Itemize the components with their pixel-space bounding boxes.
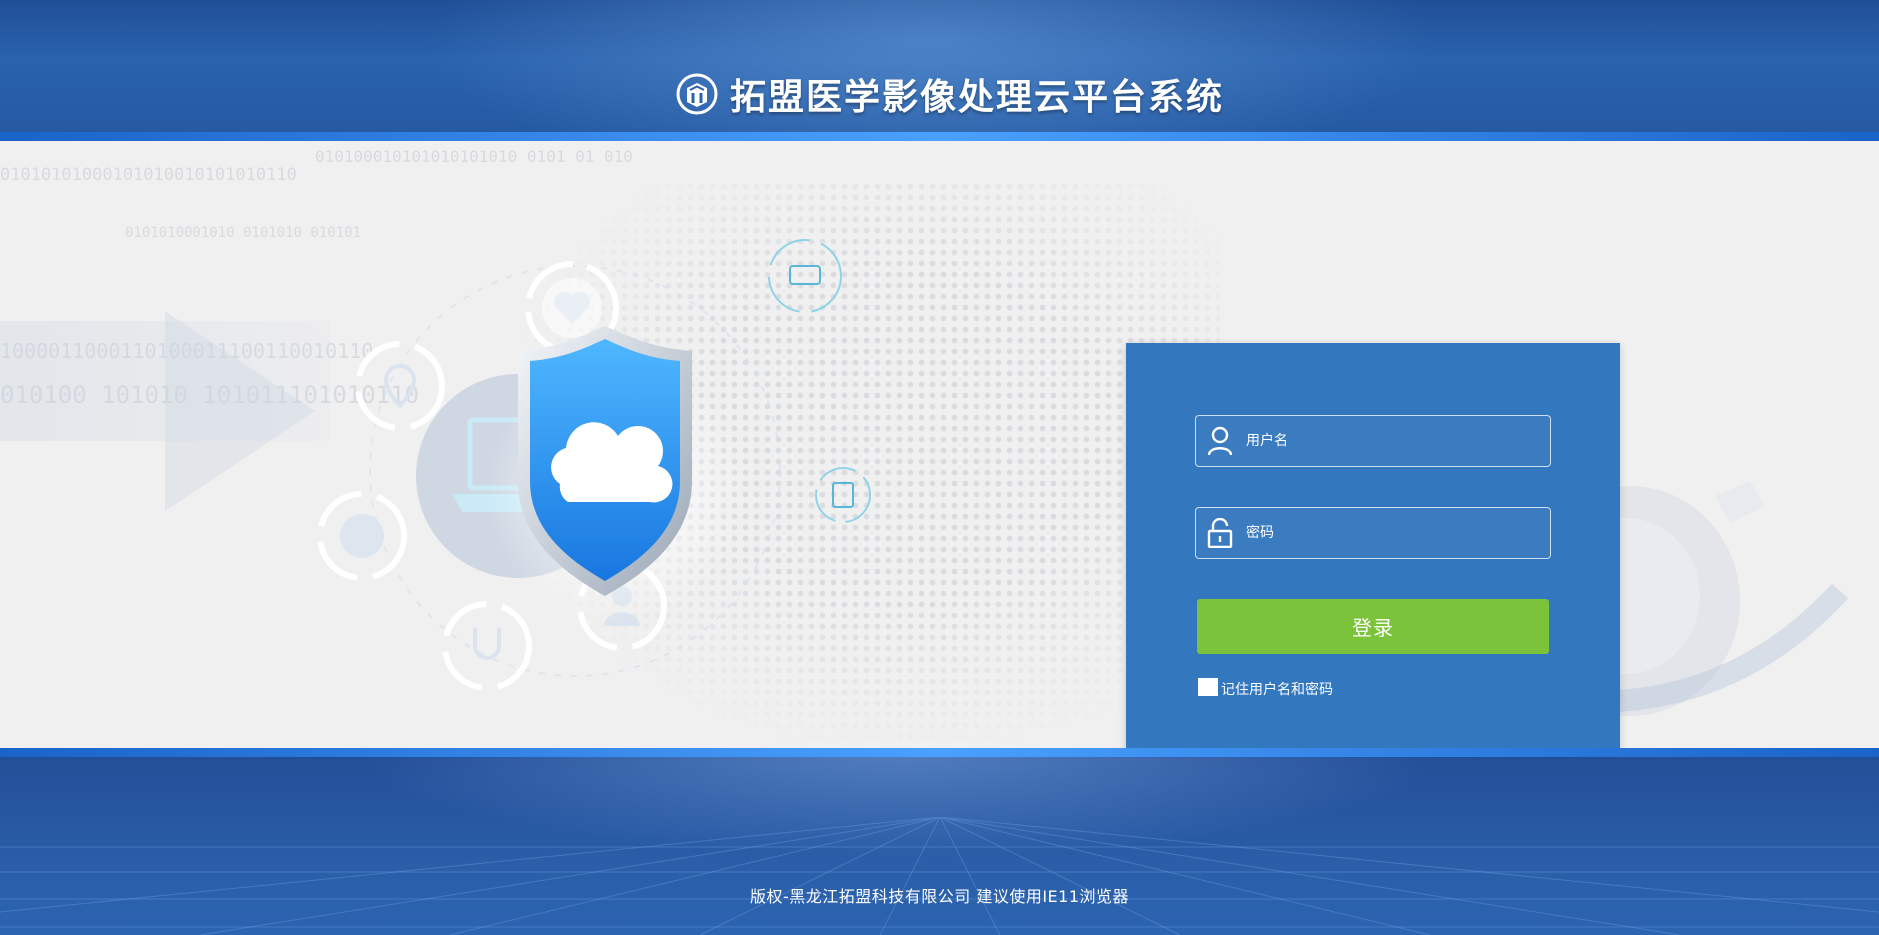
- arrow-decoration: [165, 311, 315, 511]
- login-panel: 登录 记住用户名和密码: [1126, 343, 1620, 748]
- box-logo-icon: [676, 73, 718, 115]
- location-pin-icon: [355, 341, 445, 431]
- stethoscope-icon: [442, 601, 532, 691]
- page-title: 拓盟医学影像处理云平台系统: [730, 77, 1225, 118]
- remember-checkbox[interactable]: [1198, 678, 1218, 696]
- user-icon: [1200, 416, 1240, 466]
- binary-decoration: 01010101000101010010101010110: [0, 165, 297, 185]
- main-area: 010100010101010101010 0101 01 010 010101…: [0, 141, 1879, 748]
- username-field: [1195, 415, 1551, 467]
- remember-me[interactable]: 记住用户名和密码: [1198, 678, 1333, 699]
- header-divider: [0, 132, 1879, 141]
- footer-divider: [0, 748, 1879, 757]
- report-icon: [815, 467, 871, 523]
- password-field: [1195, 507, 1551, 559]
- remember-label: 记住用户名和密码: [1221, 682, 1333, 698]
- brand: 拓盟医学影像处理云平台系统: [676, 70, 1224, 118]
- medical-team-icon: [768, 239, 842, 313]
- page-footer: 版权-黑龙江拓盟科技有限公司 建议使用IE11浏览器: [0, 757, 1879, 935]
- copyright-text: 版权-黑龙江拓盟科技有限公司 建议使用IE11浏览器: [749, 887, 1130, 906]
- cloud-security-illustration: [317, 239, 871, 691]
- login-button[interactable]: 登录: [1197, 599, 1549, 654]
- binary-decoration: 010100010101010101010 0101 01 010: [315, 147, 633, 166]
- password-input[interactable]: [1240, 513, 1550, 553]
- page-header: 拓盟医学影像处理云平台系统: [0, 0, 1879, 132]
- globe-icon: [317, 491, 407, 581]
- lock-icon: [1200, 508, 1240, 558]
- username-input[interactable]: [1240, 421, 1550, 461]
- grid-decoration: [0, 817, 1879, 935]
